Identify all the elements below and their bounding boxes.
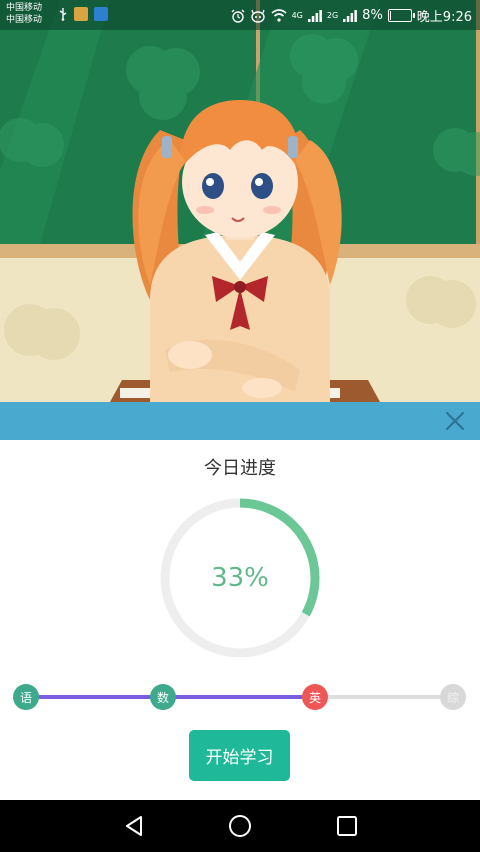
teacher-illustration (0, 0, 480, 402)
step-math[interactable]: 数 (150, 684, 176, 710)
progress-dialog: 今日进度 33% 语 数 英 综 开始学习 (0, 440, 480, 800)
step-connector (163, 695, 315, 699)
battery-level (389, 11, 392, 20)
clock: 晚上9:26 (416, 10, 472, 25)
step-connector (315, 695, 453, 699)
signal-icon (343, 9, 358, 22)
alarm-icon (231, 9, 245, 23)
usb-icon (59, 8, 67, 21)
step-english[interactable]: 英 (302, 684, 328, 710)
subject-steps: 语 数 英 综 (0, 676, 480, 716)
battery-percent: 8% (362, 8, 383, 23)
recents-icon (337, 816, 357, 836)
wifi-icon (271, 9, 287, 22)
step-connector (26, 695, 163, 699)
app-icon (94, 7, 108, 21)
status-icons: 4G 2G 8% 晚上9:26 (231, 6, 472, 25)
navigation-bar (0, 800, 480, 852)
notification-icons (58, 7, 108, 21)
carrier-info: 中国移动 中国移动 (6, 2, 42, 26)
signal-2-label: 2G (326, 11, 339, 20)
step-comprehensive[interactable]: 综 (440, 684, 466, 710)
close-icon (445, 411, 465, 431)
signal-1-label: 4G (291, 11, 303, 20)
start-learning-button[interactable]: 开始学习 (189, 730, 290, 781)
progress-percent: 33% (211, 563, 269, 593)
progress-title: 今日进度 (204, 458, 276, 479)
step-chinese[interactable]: 语 (13, 684, 39, 710)
carrier-2: 中国移动 (6, 15, 43, 25)
home-button[interactable] (227, 814, 253, 838)
signal-icon (307, 9, 322, 22)
close-button[interactable] (444, 410, 466, 432)
home-icon (229, 815, 251, 837)
back-button[interactable] (121, 814, 147, 838)
battery-icon (387, 9, 415, 22)
carrier-1: 中国移动 (6, 3, 43, 13)
app-icon (74, 7, 88, 21)
progress-dialog-header (0, 402, 480, 440)
recents-button[interactable] (334, 814, 360, 838)
pet-icon (250, 9, 266, 23)
status-bar: 中国移动 中国移动 4G 2G 8% 晚上9:26 (0, 0, 480, 30)
lesson-scene (0, 0, 480, 402)
back-icon (126, 816, 142, 836)
